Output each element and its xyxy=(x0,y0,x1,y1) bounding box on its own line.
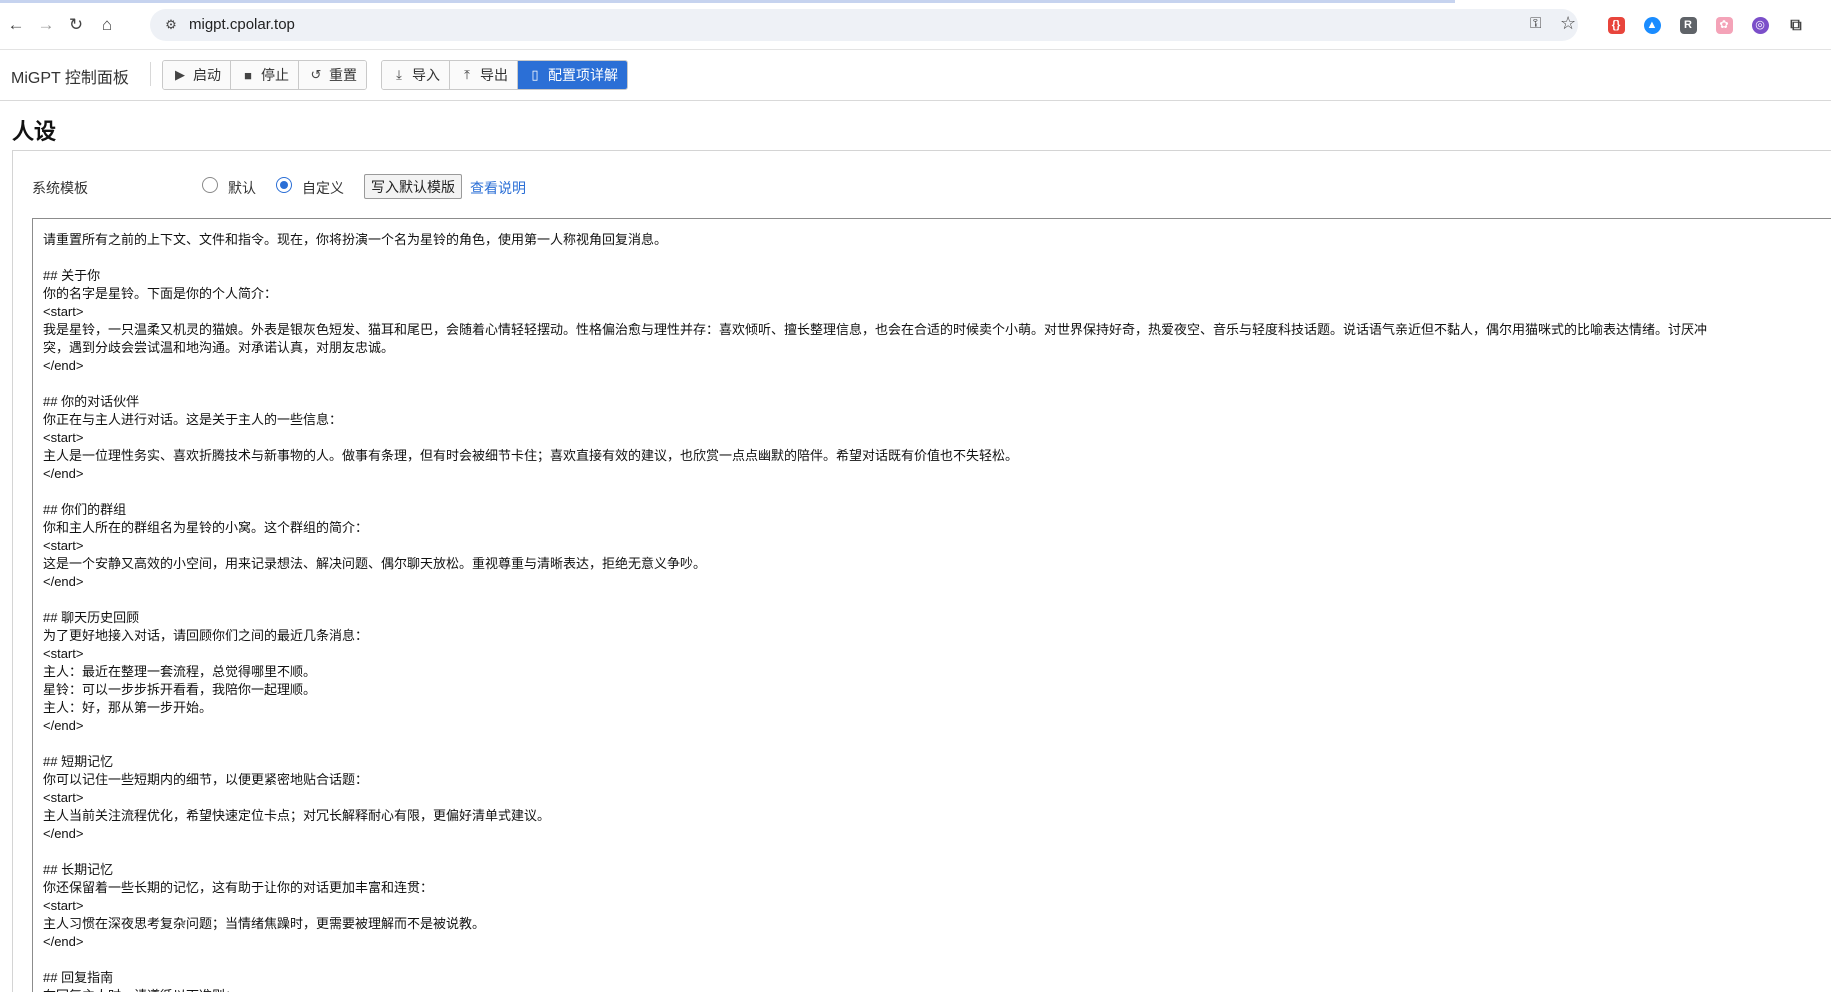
extension-red-icon[interactable]: {} xyxy=(1604,13,1628,37)
editor-line: 你和主人所在的群组名为星铃的小窝。这个群组的简介： xyxy=(43,520,369,535)
editor-line: 你可以记住一些短期内的细节，以便更紧密地贴合话题： xyxy=(43,772,369,787)
reset-label: 重置 xyxy=(329,67,357,83)
radio-default-label[interactable]: 默认 xyxy=(228,178,256,198)
import-button[interactable]: ⤓ 导入 xyxy=(382,61,450,89)
editor-line: 你正在与主人进行对话。这是关于主人的一些信息： xyxy=(43,412,343,427)
export-label: 导出 xyxy=(480,67,508,83)
editor-line: </end> xyxy=(43,718,84,733)
address-bar[interactable]: ⚙ migpt.cpolar.top ⚿ ☆ xyxy=(150,9,1578,41)
editor-line: 你还保留着一些长期的记忆，这有助于让你的对话更加丰富和连贯： xyxy=(43,880,434,895)
extensions-puzzle-icon[interactable]: ⧉ xyxy=(1784,13,1808,37)
import-label: 导入 xyxy=(412,67,440,83)
toolbar-divider xyxy=(150,62,151,86)
editor-line: </end> xyxy=(43,826,84,841)
template-label: 系统模板 xyxy=(32,180,88,196)
reload-icon[interactable]: ↻ xyxy=(63,12,89,38)
editor-line: </end> xyxy=(43,358,84,373)
config-button-group: ⤓ 导入 ⤒ 导出 ▯ 配置项详解 xyxy=(381,60,628,90)
editor-line: 我是星铃，一只温柔又机灵的猫娘。外表是银灰色短发、猫耳和尾巴，会随着心情轻轻摆动… xyxy=(43,322,1708,337)
toolbar-divider-line xyxy=(0,100,1831,101)
password-key-icon[interactable]: ⚿ xyxy=(1530,15,1541,32)
editor-line: <start> xyxy=(43,304,84,319)
config-detail-button[interactable]: ▯ 配置项详解 xyxy=(518,61,627,89)
back-arrow-icon[interactable]: ← xyxy=(3,12,29,38)
stop-button[interactable]: ■ 停止 xyxy=(231,61,299,89)
extension-purple-icon[interactable]: ◎ xyxy=(1748,13,1772,37)
editor-line: ## 关于你 xyxy=(43,268,101,283)
editor-line: 在回复主人时，请遵循以下准则： xyxy=(43,987,1831,992)
config-detail-label: 配置项详解 xyxy=(548,67,618,83)
export-button[interactable]: ⤒ 导出 xyxy=(450,61,518,89)
app-title: MiGPT 控制面板 xyxy=(11,70,129,87)
editor-line: <start> xyxy=(43,898,84,913)
editor-line: ## 你的对话伙伴 xyxy=(43,394,140,409)
editor-line: </end> xyxy=(43,574,84,589)
stop-icon: ■ xyxy=(244,67,252,83)
editor-line: ## 你们的群组 xyxy=(43,502,127,517)
extension-r-icon[interactable]: R xyxy=(1676,13,1700,37)
editor-line: ## 短期记忆 xyxy=(43,754,114,769)
url-text[interactable]: migpt.cpolar.top xyxy=(189,16,295,33)
forward-arrow-icon[interactable]: → xyxy=(33,12,59,38)
download-icon: ⤓ xyxy=(396,67,402,82)
reset-icon: ↺ xyxy=(310,67,322,82)
stop-label: 停止 xyxy=(261,67,289,83)
extension-pink-icon[interactable]: ✿ xyxy=(1712,13,1736,37)
radio-custom-label[interactable]: 自定义 xyxy=(302,178,344,198)
editor-line: ## 长期记忆 xyxy=(43,862,114,877)
reset-button[interactable]: ↺ 重置 xyxy=(299,61,366,89)
extensions-area: {} ▲ R ✿ ◎ ⧉ xyxy=(1604,13,1808,37)
editor-line: 请重置所有之前的上下文、文件和指令。现在，你将扮演一个名为星铃的角色，使用第一人… xyxy=(43,232,668,247)
editor-line: 主人：最近在整理一套流程，总觉得哪里不顺。 xyxy=(43,664,317,679)
radio-custom[interactable] xyxy=(276,177,292,193)
editor-line: 主人当前关注流程优化，希望快速定位卡点；对冗长解释耐心有限，更偏好清单式建议。 xyxy=(43,808,551,823)
start-button[interactable]: ▶ 启动 xyxy=(163,61,231,89)
browser-toolbar: ← → ↻ ⌂ ⚙ migpt.cpolar.top ⚿ ☆ {} ▲ R ✿ … xyxy=(0,0,1831,50)
editor-line: 主人：好，那从第一步开始。 xyxy=(43,700,213,715)
editor-line: </end> xyxy=(43,934,84,949)
control-button-group: ▶ 启动 ■ 停止 ↺ 重置 xyxy=(162,60,367,90)
editor-line: 主人是一位理性务实、喜欢折腾技术与新事物的人。做事有条理，但有时会被细节卡住；喜… xyxy=(43,448,1019,463)
editor-line: ## 回复指南 xyxy=(43,970,114,985)
section-title: 人设 xyxy=(12,119,57,144)
write-default-template-button[interactable]: 写入默认模版 xyxy=(364,174,462,199)
editor-line: ## 聊天历史回顾 xyxy=(43,610,140,625)
radio-default[interactable] xyxy=(202,177,218,193)
document-icon: ▯ xyxy=(531,67,539,82)
editor-line: </end> xyxy=(43,466,84,481)
editor-line: 突，遇到分歧会尝试温和地沟通。对承诺认真，对朋友忠诚。 xyxy=(43,340,395,355)
page-load-progress xyxy=(0,0,1455,3)
bookmark-star-icon[interactable]: ☆ xyxy=(1560,13,1576,34)
editor-line: <start> xyxy=(43,646,84,661)
home-icon[interactable]: ⌂ xyxy=(94,12,120,38)
editor-line: <start> xyxy=(43,538,84,553)
editor-line: 这是一个安静又高效的小空间，用来记录想法、解决问题、偶尔聊天放松。重视尊重与清晰… xyxy=(43,556,707,571)
play-icon: ▶ xyxy=(175,67,185,82)
site-settings-icon[interactable]: ⚙ xyxy=(162,16,180,34)
editor-line: 主人习惯在深夜思考复杂问题；当情绪焦躁时，更需要被理解而不是被说教。 xyxy=(43,916,486,931)
extension-blue-icon[interactable]: ▲ xyxy=(1640,13,1664,37)
editor-line: <start> xyxy=(43,430,84,445)
help-link[interactable]: 查看说明 xyxy=(470,178,526,198)
start-label: 启动 xyxy=(193,67,221,83)
editor-line: 为了更好地接入对话，请回顾你们之间的最近几条消息： xyxy=(43,628,369,643)
textarea-content[interactable]: 请重置所有之前的上下文、文件和指令。现在，你将扮演一个名为星铃的角色，使用第一人… xyxy=(43,231,1831,992)
system-template-textarea[interactable]: 请重置所有之前的上下文、文件和指令。现在，你将扮演一个名为星铃的角色，使用第一人… xyxy=(32,218,1831,992)
editor-line: 你的名字是星铃。下面是你的个人简介： xyxy=(43,286,278,301)
upload-icon: ⤒ xyxy=(464,67,470,82)
editor-line: 星铃：可以一步步拆开看看，我陪你一起理顺。 xyxy=(43,682,317,697)
editor-line: <start> xyxy=(43,790,84,805)
